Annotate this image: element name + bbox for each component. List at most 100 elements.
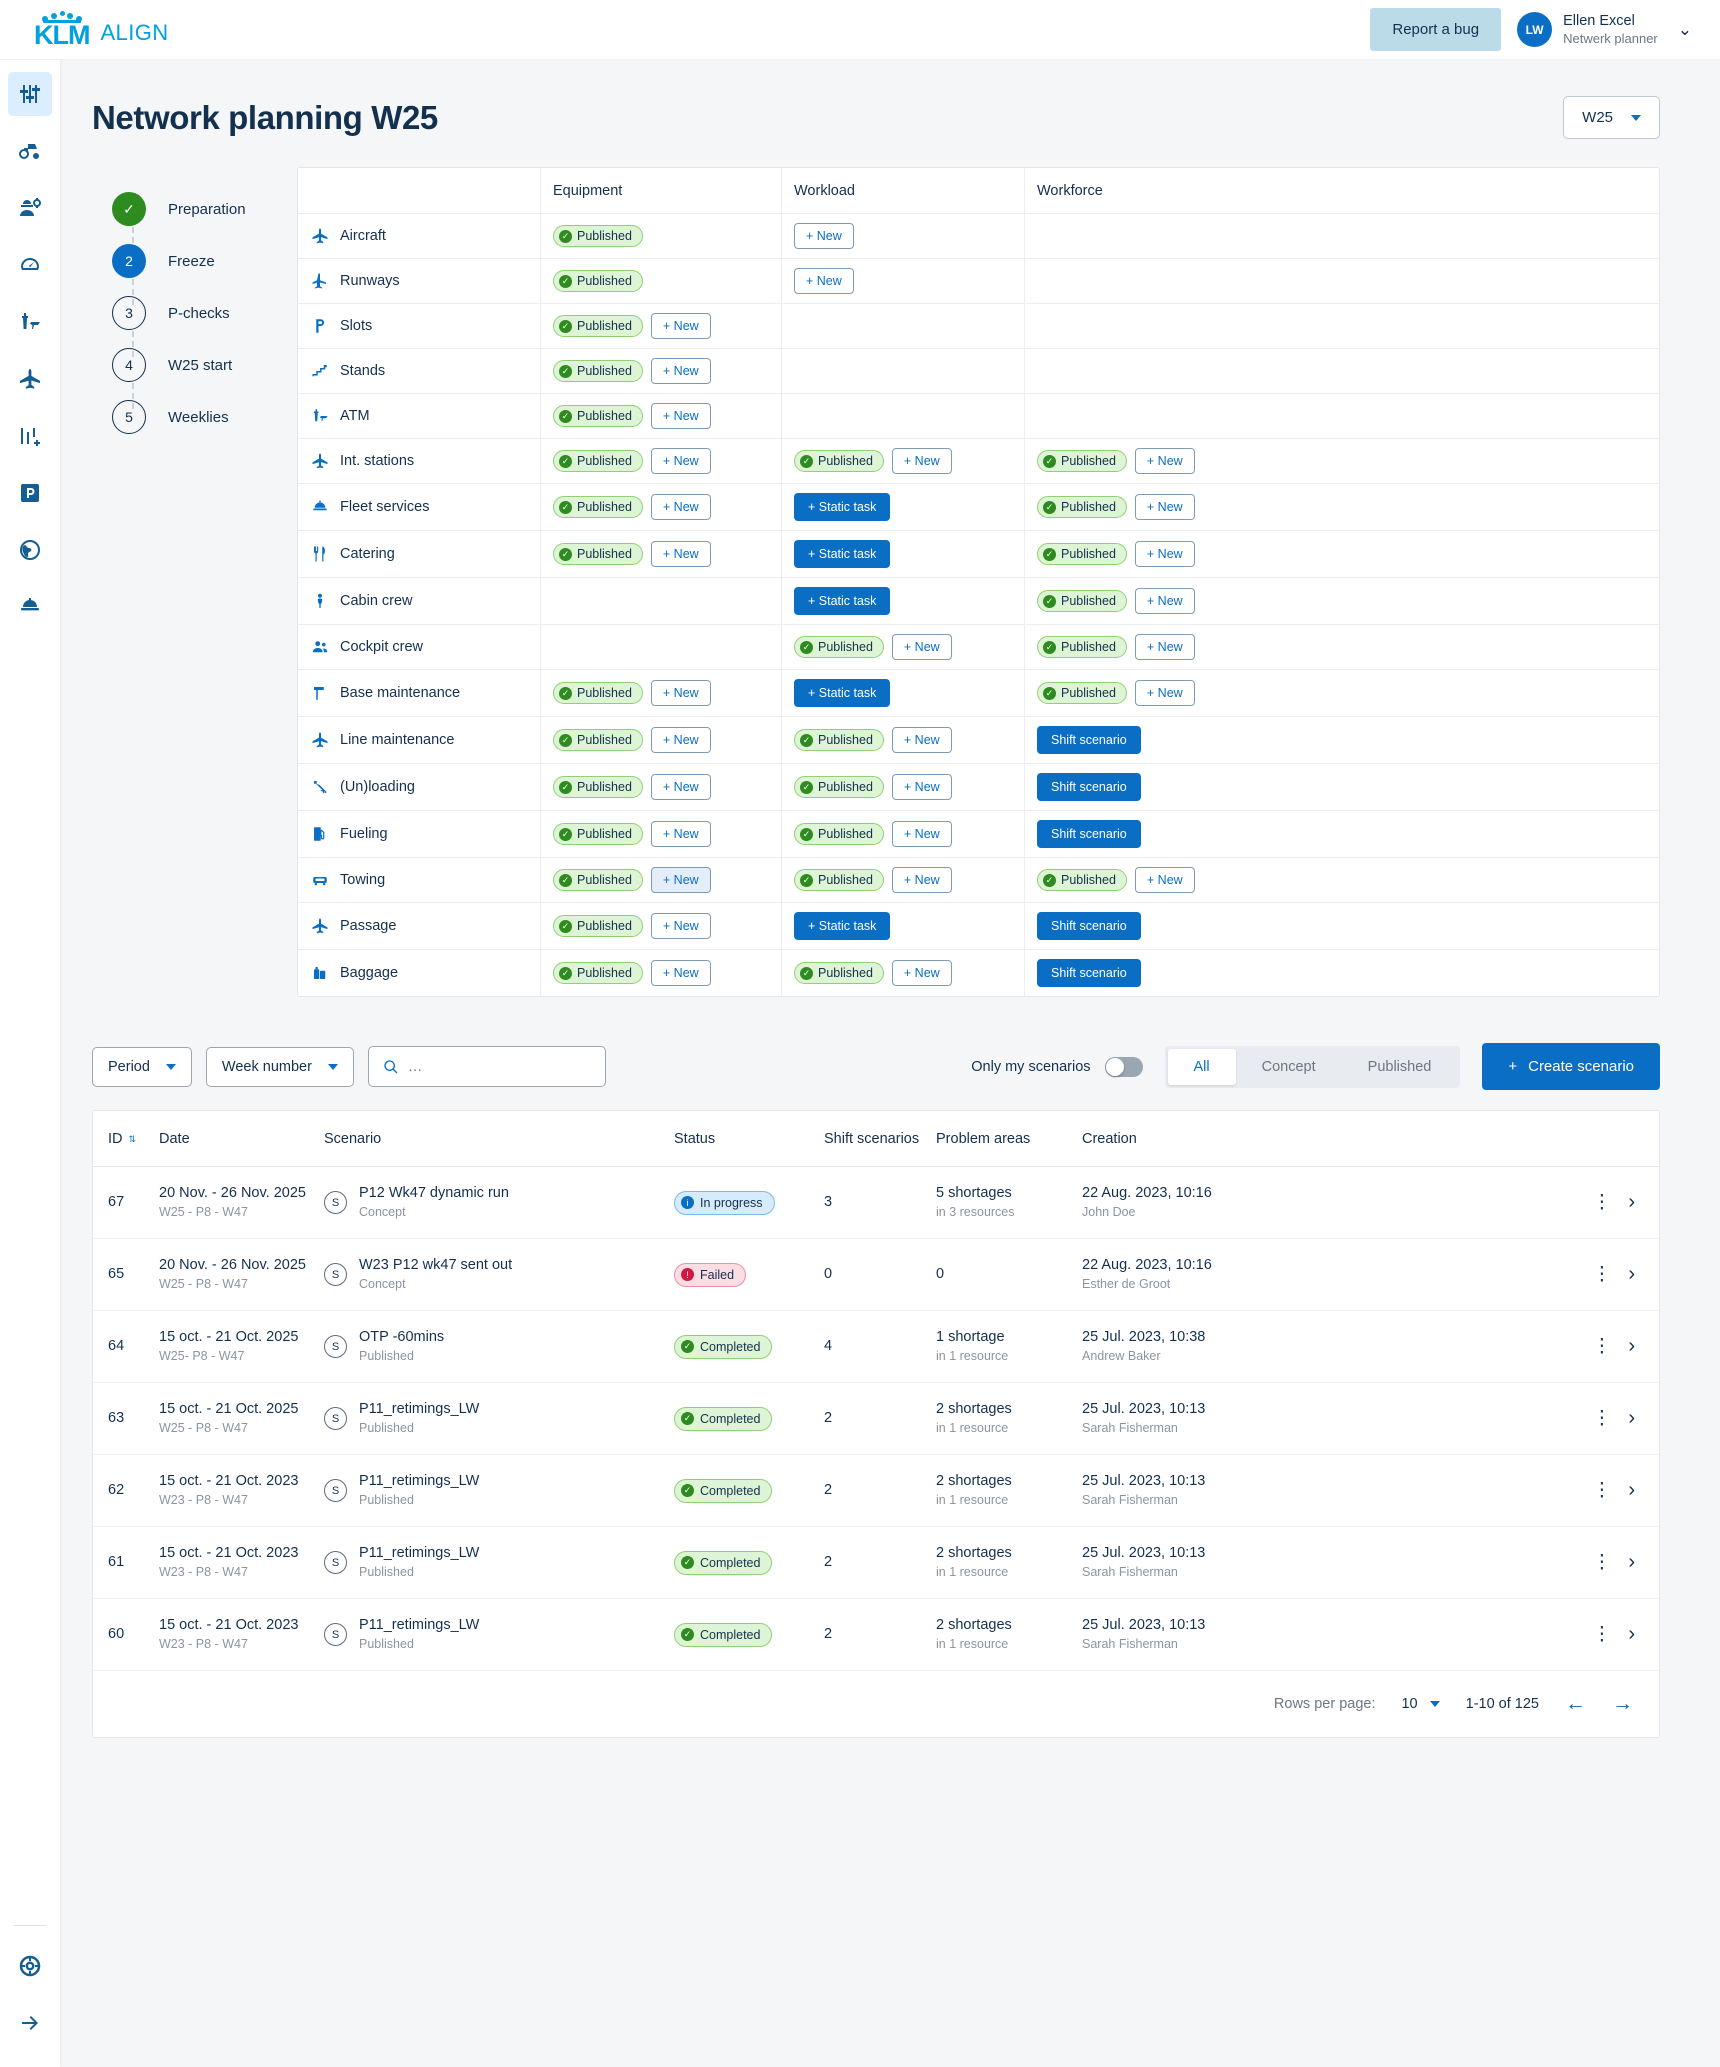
sidebar-item-expand[interactable] <box>8 2001 52 2045</box>
more-options-icon[interactable]: ⋮ <box>1592 1409 1611 1428</box>
add-new-button[interactable]: + New <box>650 960 711 986</box>
stepper-step-weeklies[interactable]: 5 Weeklies <box>112 391 297 443</box>
search-input[interactable] <box>407 1058 591 1075</box>
next-page-button[interactable]: → <box>1612 1692 1633 1716</box>
add-static-task-button[interactable]: + Static task <box>794 587 891 615</box>
add-new-button[interactable]: + New <box>891 727 952 753</box>
stepper-step-w25-start[interactable]: 4 W25 start <box>112 339 297 409</box>
more-options-icon[interactable]: ⋮ <box>1592 1481 1611 1500</box>
add-new-button[interactable]: + New <box>891 448 952 474</box>
tab-published[interactable]: Published <box>1342 1049 1458 1085</box>
add-new-button[interactable]: + New <box>650 313 711 339</box>
add-new-button[interactable]: + New <box>650 448 711 474</box>
equipment-cell: ✓ Published + New <box>541 811 782 857</box>
week-select-dropdown[interactable]: W25 <box>1563 96 1660 139</box>
add-new-button[interactable]: + New <box>1134 448 1195 474</box>
stepper-step-p-checks[interactable]: 3 P-checks <box>112 287 297 357</box>
add-new-button[interactable]: + New <box>1134 680 1195 706</box>
sidebar-item-sliders[interactable] <box>8 72 52 116</box>
user-menu[interactable]: LW Ellen Excel Netwerk planner ⌄ <box>1517 12 1692 47</box>
chevron-right-icon[interactable]: › <box>1628 1407 1635 1430</box>
add-new-button[interactable]: + New <box>650 494 711 520</box>
sidebar-item-help[interactable] <box>8 1944 52 1988</box>
add-new-button[interactable]: + New <box>891 634 952 660</box>
stepper-step-preparation[interactable]: ✓ Preparation <box>112 183 297 253</box>
table-row[interactable]: 65 20 Nov. - 26 Nov. 2025 W25 - P8 - W47… <box>93 1239 1659 1311</box>
add-new-button[interactable]: + New <box>650 867 711 893</box>
add-new-button[interactable]: + New <box>794 223 854 249</box>
table-row[interactable]: 67 20 Nov. - 26 Nov. 2025 W25 - P8 - W47… <box>93 1167 1659 1239</box>
chevron-right-icon[interactable]: › <box>1628 1551 1635 1574</box>
chevron-right-icon[interactable]: › <box>1628 1191 1635 1214</box>
shift-scenario-button[interactable]: Shift scenario <box>1037 820 1141 848</box>
add-new-button[interactable]: + New <box>1134 494 1195 520</box>
more-options-icon[interactable]: ⋮ <box>1592 1265 1611 1284</box>
table-row[interactable]: 61 15 oct. - 21 Oct. 2023 W23 - P8 - W47… <box>93 1527 1659 1599</box>
only-my-scenarios-control[interactable]: Only my scenarios <box>971 1056 1143 1077</box>
tab-all[interactable]: All <box>1167 1048 1236 1085</box>
create-scenario-button[interactable]: + Create scenario <box>1482 1043 1660 1090</box>
status-col-equipment: Equipment <box>541 168 782 213</box>
sidebar-item-network[interactable] <box>8 528 52 572</box>
add-new-button[interactable]: + New <box>891 821 952 847</box>
previous-page-button[interactable]: ← <box>1565 1692 1586 1716</box>
tab-concept[interactable]: Concept <box>1236 1049 1342 1085</box>
sidebar-item-aircraft[interactable] <box>8 357 52 401</box>
add-new-button[interactable]: + New <box>650 358 711 384</box>
week-number-dropdown[interactable]: Week number <box>205 1046 354 1087</box>
search-box[interactable] <box>367 1046 606 1087</box>
sidebar-item-scenarios[interactable] <box>8 414 52 458</box>
shift-scenario-button[interactable]: Shift scenario <box>1037 959 1141 987</box>
more-options-icon[interactable]: ⋮ <box>1592 1625 1611 1644</box>
add-static-task-button[interactable]: + Static task <box>794 912 891 940</box>
add-new-button[interactable]: + New <box>650 680 711 706</box>
column-id[interactable]: ID ⇅ <box>93 1131 159 1147</box>
add-new-button[interactable]: + New <box>1134 634 1195 660</box>
add-static-task-button[interactable]: + Static task <box>794 679 891 707</box>
more-options-icon[interactable]: ⋮ <box>1592 1337 1611 1356</box>
more-options-icon[interactable]: ⋮ <box>1592 1553 1611 1572</box>
shift-scenario-button[interactable]: Shift scenario <box>1037 773 1141 801</box>
sidebar-item-atm[interactable] <box>8 300 52 344</box>
rows-per-page-select[interactable]: 10 <box>1401 1696 1440 1712</box>
sidebar-item-fleet-services[interactable] <box>8 585 52 629</box>
add-new-button[interactable]: + New <box>891 960 952 986</box>
table-row[interactable]: 60 15 oct. - 21 Oct. 2023 W23 - P8 - W47… <box>93 1599 1659 1671</box>
add-new-button[interactable]: + New <box>794 268 854 294</box>
period-dropdown[interactable]: Period <box>92 1046 192 1087</box>
stepper-marker: 3 <box>112 296 146 330</box>
workload-cell <box>782 304 1025 348</box>
table-row[interactable]: 63 15 oct. - 21 Oct. 2025 W25 - P8 - W47… <box>93 1383 1659 1455</box>
shift-scenario-button[interactable]: Shift scenario <box>1037 912 1141 940</box>
add-static-task-button[interactable]: + Static task <box>794 493 891 521</box>
add-static-task-button[interactable]: + Static task <box>794 540 891 568</box>
more-options-icon[interactable]: ⋮ <box>1592 1193 1611 1212</box>
sidebar-item-ground-equipment[interactable] <box>8 129 52 173</box>
chevron-down-icon[interactable]: ⌄ <box>1678 20 1692 40</box>
add-new-button[interactable]: + New <box>650 913 711 939</box>
add-new-button[interactable]: + New <box>650 727 711 753</box>
sidebar-item-stands[interactable] <box>8 471 52 515</box>
chevron-right-icon[interactable]: › <box>1628 1623 1635 1646</box>
only-my-scenarios-toggle[interactable] <box>1104 1056 1143 1077</box>
table-row[interactable]: 62 15 oct. - 21 Oct. 2023 W23 - P8 - W47… <box>93 1455 1659 1527</box>
add-new-button[interactable]: + New <box>891 867 952 893</box>
add-new-button[interactable]: + New <box>650 403 711 429</box>
add-new-button[interactable]: + New <box>650 541 711 567</box>
chevron-right-icon[interactable]: › <box>1628 1335 1635 1358</box>
add-new-button[interactable]: + New <box>891 774 952 800</box>
add-new-button[interactable]: + New <box>1134 588 1195 614</box>
add-new-button[interactable]: + New <box>650 774 711 800</box>
shift-scenario-button[interactable]: Shift scenario <box>1037 726 1141 754</box>
chevron-right-icon[interactable]: › <box>1628 1479 1635 1502</box>
report-a-bug-button[interactable]: Report a bug <box>1370 8 1502 51</box>
chevron-right-icon[interactable]: › <box>1628 1263 1635 1286</box>
sort-icon[interactable]: ⇅ <box>129 1134 137 1143</box>
add-new-button[interactable]: + New <box>1134 541 1195 567</box>
add-new-button[interactable]: + New <box>650 821 711 847</box>
sidebar-item-performance[interactable] <box>8 243 52 287</box>
table-row[interactable]: 64 15 oct. - 21 Oct. 2025 W25- P8 - W47 … <box>93 1311 1659 1383</box>
stepper-step-freeze[interactable]: 2 Freeze <box>112 235 297 305</box>
add-new-button[interactable]: + New <box>1134 867 1195 893</box>
sidebar-item-engineering[interactable] <box>8 186 52 230</box>
